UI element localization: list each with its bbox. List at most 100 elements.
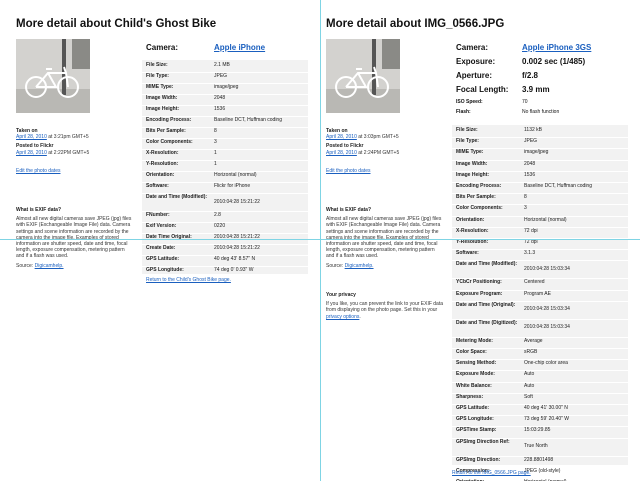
right-exif-panel: More detail about IMG_0566.JPG Taken on … bbox=[321, 0, 640, 481]
exif-row: Bits Per Sample: 8 bbox=[452, 194, 628, 203]
exif-value: 1536 bbox=[524, 171, 536, 178]
exif-row: GPS Latitude: 40 deg 43' 8.57" N bbox=[142, 256, 308, 265]
edit-dates-link[interactable]: Edit the photo dates bbox=[326, 168, 370, 174]
exif-row: White Balance: Auto bbox=[452, 382, 628, 392]
return-link[interactable]: Return to the IMG_0566.JPG page. bbox=[452, 470, 531, 476]
exif-value: 2048 bbox=[524, 160, 536, 167]
exif-key: Sensing Method: bbox=[456, 360, 497, 367]
exif-value: Soft bbox=[524, 393, 533, 400]
exif-key: GPSImg Direction: bbox=[456, 456, 501, 463]
exif-value: 1132 kB bbox=[524, 127, 542, 133]
exif-row: Y-Resolution: 1 bbox=[142, 161, 308, 170]
exif-value: Baseline DCT, Huffman coding bbox=[524, 183, 592, 189]
camera-link[interactable]: Apple iPhone bbox=[214, 43, 265, 52]
exif-key: Color Components: bbox=[456, 205, 503, 212]
exif-key: Image Width: bbox=[146, 95, 178, 101]
privacy-info: Your privacy If you like, you can preven… bbox=[326, 292, 444, 320]
edit-dates-link[interactable]: Edit the photo dates bbox=[16, 168, 60, 174]
exif-row: GPS Longitude: 74 deg 0' 0.93" W bbox=[142, 267, 308, 276]
exif-description: Almost all new digital cameras save JPEG… bbox=[326, 216, 442, 260]
exif-value: Centered bbox=[524, 279, 545, 286]
exif-value: 1536 bbox=[214, 106, 226, 112]
exif-row: File Size: 1132 kB bbox=[452, 127, 628, 136]
exif-value: True North bbox=[524, 443, 548, 450]
privacy-options-link[interactable]: privacy options bbox=[326, 314, 359, 320]
focal-length-label: Focal Length: bbox=[456, 85, 509, 94]
exif-row: YCbCr Positioning: Centered bbox=[452, 280, 628, 288]
exif-key: Exposure Mode: bbox=[456, 371, 495, 378]
camera-label: Camera: bbox=[146, 43, 179, 52]
exif-key: X-Resolution: bbox=[146, 150, 179, 156]
photo-thumbnail[interactable] bbox=[326, 39, 400, 113]
exif-key: File Type: bbox=[146, 73, 169, 79]
photo-thumbnail[interactable] bbox=[16, 39, 90, 113]
exif-key: Software: bbox=[146, 183, 169, 189]
exif-value: 8 bbox=[524, 194, 527, 201]
exposure-label: Exposure: bbox=[456, 57, 496, 66]
exif-value: Flickr for iPhone bbox=[214, 183, 251, 189]
source-link[interactable]: Digicamhelp. bbox=[345, 263, 374, 269]
exif-key: Encoding Process: bbox=[146, 117, 192, 123]
exif-value: Average bbox=[524, 337, 543, 344]
exif-row: MIME Type: image/jpeg bbox=[142, 84, 308, 93]
privacy-text: If you like, you can prevent the link to… bbox=[326, 301, 444, 314]
exif-key: Date and Time (Modified): bbox=[456, 261, 518, 268]
date-info: Taken on April 28, 2010 at 3:21pm GMT+5 … bbox=[16, 128, 136, 156]
page-title: More detail about IMG_0566.JPG bbox=[326, 18, 505, 30]
exif-key: Software: bbox=[456, 250, 479, 257]
iso-label: ISO Speed: bbox=[456, 99, 483, 105]
taken-on-time: at 3:21pm GMT+5 bbox=[46, 134, 89, 141]
exif-row: Y-Resolution: 72 dpi bbox=[452, 239, 628, 248]
exif-key: Bits Per Sample: bbox=[146, 128, 186, 134]
exif-key: Color Space: bbox=[456, 349, 487, 355]
exif-row: Date and Time (Digitized): 2010:04:28 15:… bbox=[452, 319, 628, 336]
exif-key: Image Height: bbox=[456, 171, 490, 178]
exif-value: 1 bbox=[214, 161, 217, 167]
exif-row: Image Height: 1536 bbox=[452, 171, 628, 181]
exif-key: MIME Type: bbox=[146, 84, 174, 90]
exif-key: FNumber: bbox=[146, 212, 170, 218]
exif-value: Program AE bbox=[524, 290, 551, 297]
exif-value: image/jpeg bbox=[214, 84, 239, 90]
exif-value: Horizontal (normal) bbox=[214, 172, 257, 178]
exif-value: Horizontal (normal) bbox=[524, 216, 567, 223]
camera-label: Camera: bbox=[456, 43, 489, 52]
taken-on-date-link[interactable]: April 28, 2010 bbox=[16, 134, 47, 140]
exif-key: Image Width: bbox=[456, 160, 488, 167]
exif-key: GPSTime Stamp: bbox=[456, 427, 497, 434]
camera-link[interactable]: Apple iPhone 3GS bbox=[522, 43, 591, 52]
exif-value: 2010:04:28 15:03:34 bbox=[524, 306, 570, 313]
date-info: Taken on April 28, 2010 at 3:03pm GMT+5 … bbox=[326, 128, 446, 156]
exif-value: 0220 bbox=[214, 223, 226, 229]
left-exif-panel: More detail about Child's Ghost Bike Tak… bbox=[0, 0, 320, 481]
return-link[interactable]: Return to the Child's Ghost Bike page. bbox=[146, 277, 231, 283]
exif-row: Exposure Program: Program AE bbox=[452, 290, 628, 300]
source-label: Source: bbox=[326, 262, 345, 269]
exif-key: GPS Latitude: bbox=[456, 405, 490, 411]
exif-row: Encoding Process: Baseline DCT, Huffman c… bbox=[452, 183, 628, 192]
exif-row: Software: Flickr for iPhone bbox=[142, 183, 308, 192]
posted-date-link[interactable]: April 28, 2010 bbox=[16, 150, 47, 156]
exif-key: Color Components: bbox=[146, 139, 193, 145]
focal-length-value: 3.9 mm bbox=[522, 85, 550, 94]
privacy-end: . bbox=[359, 313, 361, 320]
iso-value: 70 bbox=[522, 99, 528, 105]
exif-key: Bits Per Sample: bbox=[456, 194, 496, 201]
exif-row: Color Components: 3 bbox=[452, 206, 628, 214]
exif-key: Date and Time (Digitized): bbox=[456, 319, 518, 326]
exif-value: 72 dpi bbox=[524, 227, 538, 234]
exif-value: 2010:04:28 15:21:22 bbox=[214, 198, 260, 205]
taken-on-time: at 3:03pm GMT+5 bbox=[356, 134, 399, 141]
posted-date-link[interactable]: April 28, 2010 bbox=[326, 150, 357, 156]
exif-key: Image Height: bbox=[146, 106, 180, 112]
source-link[interactable]: Digicamhelp. bbox=[35, 263, 64, 269]
exif-row: Color Components: 3 bbox=[142, 139, 308, 148]
exif-key: X-Resolution: bbox=[456, 227, 489, 234]
exif-row: File Type: JPEG bbox=[142, 73, 308, 82]
taken-on-date-link[interactable]: April 28, 2010 bbox=[326, 134, 357, 140]
exif-row: Metering Mode: Average bbox=[452, 337, 628, 347]
exif-value: Auto bbox=[524, 382, 535, 389]
exif-row: GPS Longitude: 73 deg 59' 20.40" W bbox=[452, 416, 628, 425]
exif-value: 2010:04:28 15:03:34 bbox=[524, 324, 570, 331]
exif-row: MIME Type: image/jpeg bbox=[452, 150, 628, 158]
